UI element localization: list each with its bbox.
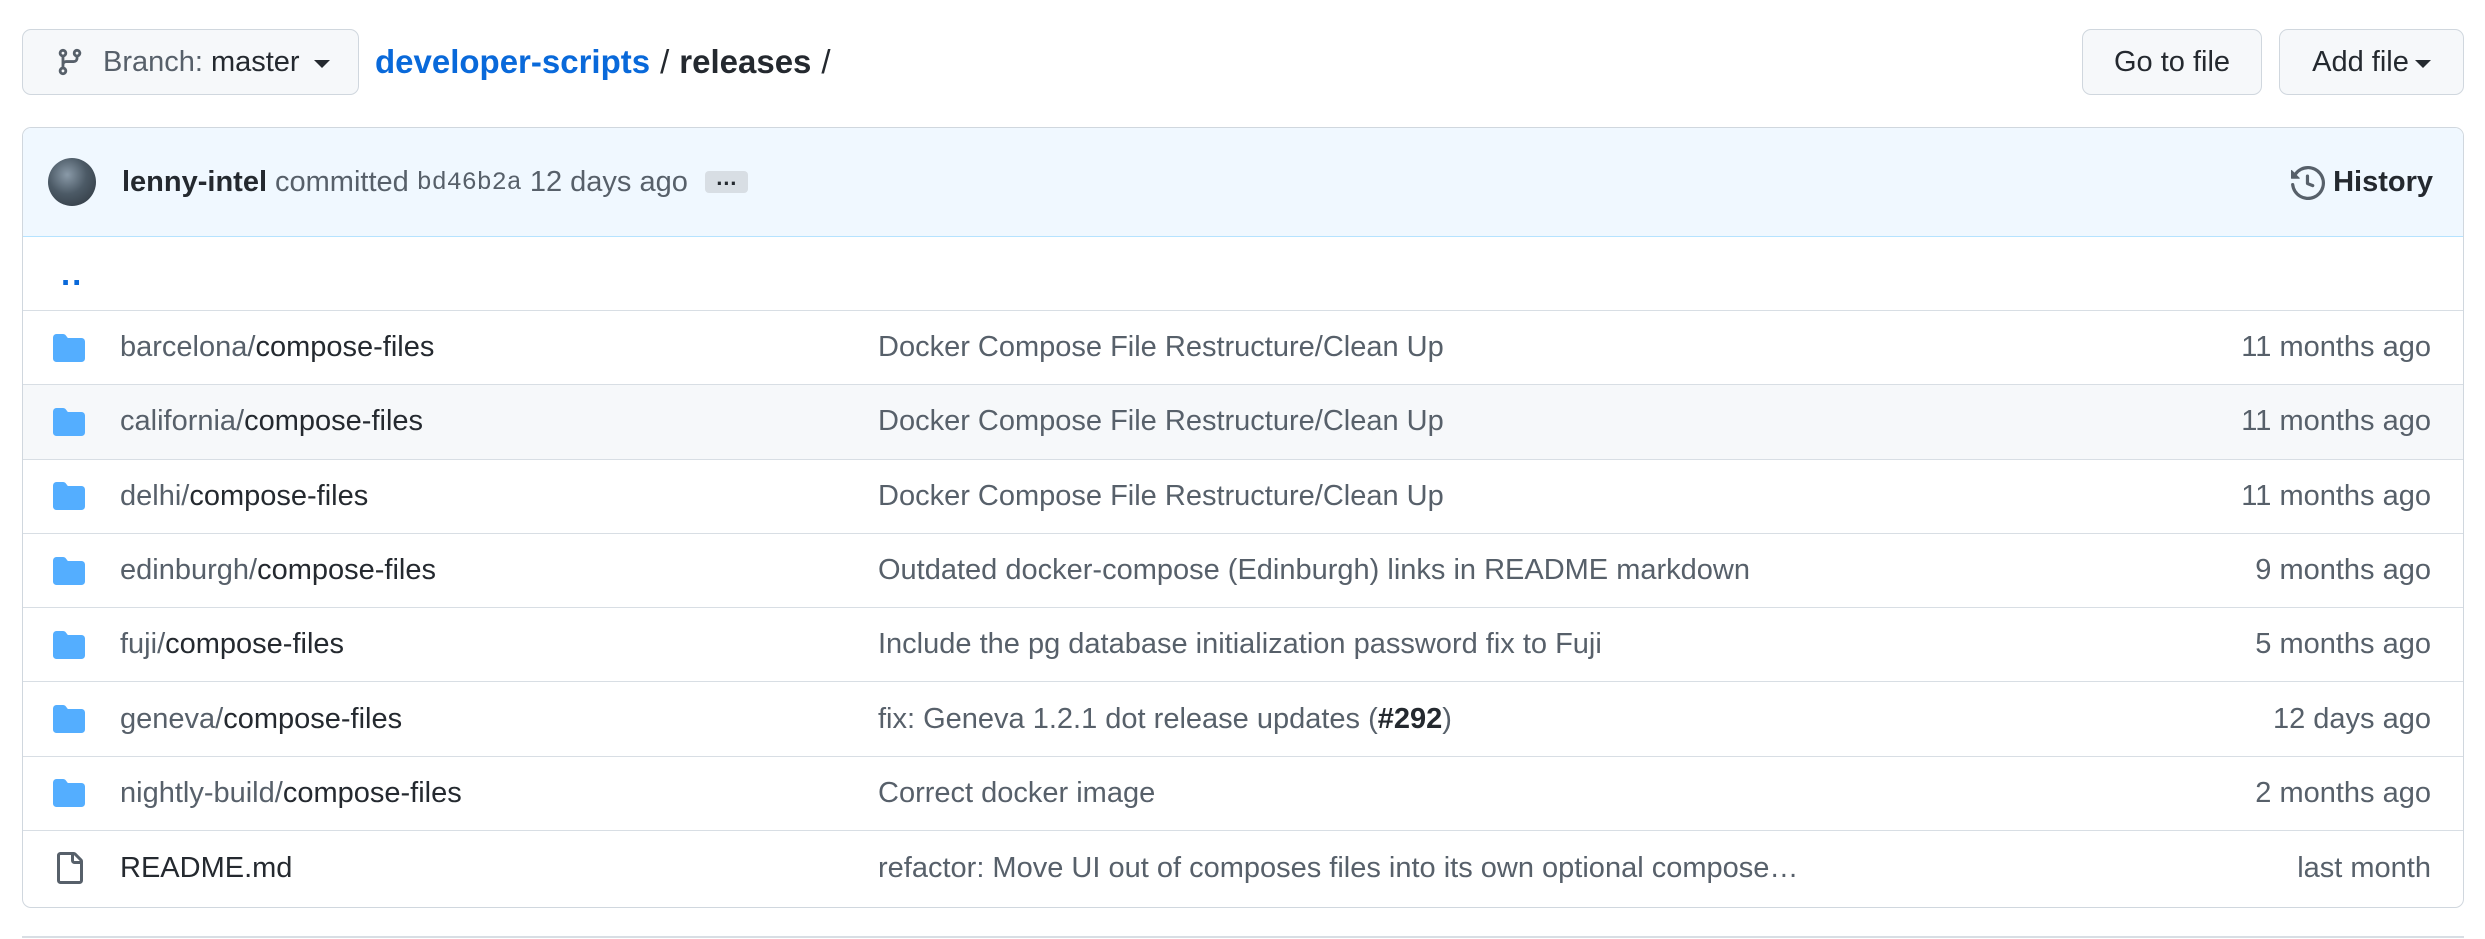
branch-selector-button[interactable]: Branch: master <box>22 29 359 95</box>
table-row[interactable]: delhi/compose-files Docker Compose File R… <box>23 460 2463 534</box>
divider <box>22 936 2464 938</box>
folder-icon <box>53 630 85 659</box>
commit-author-link[interactable]: lenny-intel <box>122 166 267 199</box>
latest-commit-bar: lenny-intel committed bd46b2a 12 days ag… <box>23 128 2463 237</box>
table-row[interactable]: barcelona/compose-files Docker Compose Fi… <box>23 311 2463 386</box>
commit-message-text: Docker Compose File Restructure/Clean Up <box>878 405 1444 438</box>
path-name: compose-files <box>257 554 436 587</box>
parent-directory-row[interactable]: .. <box>23 237 2463 311</box>
commit-message-text: Docker Compose File Restructure/Clean Up <box>878 331 1444 364</box>
commit-age: 2 months ago <box>2255 776 2431 809</box>
table-row[interactable]: geneva/compose-files fix: Geneva 1.2.1 do… <box>23 682 2463 757</box>
folder-icon <box>53 556 85 585</box>
commit-message-text: Outdated docker-compose (Edinburgh) link… <box>878 554 1750 587</box>
go-to-file-button[interactable]: Go to file <box>2082 29 2262 95</box>
add-file-label: Add file <box>2312 45 2409 78</box>
file-list-box: lenny-intel committed bd46b2a 12 days ag… <box>22 127 2464 908</box>
commit-age: 5 months ago <box>2255 628 2431 661</box>
branch-label: Branch: <box>103 45 203 78</box>
commit-time: 12 days ago <box>529 165 688 198</box>
commit-expand-button[interactable]: … <box>704 167 748 193</box>
file-name-link[interactable]: delhi/compose-files <box>120 480 368 513</box>
file-name-link[interactable]: california/compose-files <box>120 405 423 438</box>
path-prefix: california/ <box>120 405 245 438</box>
history-link[interactable]: History <box>2291 128 2433 237</box>
file-name-link[interactable]: geneva/compose-files <box>120 703 402 736</box>
commit-message-text: refactor: Move UI out of composes files … <box>878 851 1799 884</box>
commit-verb: committed <box>275 165 409 198</box>
git-branch-icon <box>58 48 82 76</box>
commit-age: 9 months ago <box>2255 554 2431 587</box>
folder-icon <box>53 333 85 362</box>
table-row[interactable]: california/compose-files Docker Compose F… <box>23 385 2463 460</box>
chevron-down-icon <box>313 60 330 68</box>
commit-message-link[interactable]: refactor: Move UI out of composes files … <box>878 852 1798 885</box>
history-label: History <box>2333 166 2433 198</box>
commit-message-link[interactable]: fix: Geneva 1.2.1 dot release updates (#… <box>878 703 1452 736</box>
commit-message-text: fix: Geneva 1.2.1 dot release updates ( <box>878 702 1378 735</box>
path-name: compose-files <box>244 405 424 438</box>
repo-toolbar: Branch: master developer-scripts / relea… <box>22 29 2464 95</box>
folder-icon <box>53 779 85 808</box>
breadcrumb-separator: / <box>660 43 670 80</box>
commit-message-link[interactable]: Docker Compose File Restructure/Clean Up <box>878 480 1444 513</box>
path-prefix: nightly-build/ <box>120 776 283 809</box>
file-name-link[interactable]: fuji/compose-files <box>120 628 344 661</box>
breadcrumb-repo-link[interactable]: developer-scripts <box>375 43 650 81</box>
commit-message-link[interactable]: Correct docker image <box>878 777 1155 810</box>
pull-request-link[interactable]: #292 <box>1378 703 1443 735</box>
folder-icon <box>53 705 85 734</box>
commit-message-text: ) <box>1442 702 1452 735</box>
path-name: compose-files <box>255 331 435 364</box>
breadcrumb-separator: / <box>821 43 831 80</box>
table-row[interactable]: fuji/compose-files Include the pg databas… <box>23 608 2463 683</box>
breadcrumb-current-dir: releases <box>679 43 812 80</box>
commit-message-link[interactable]: Outdated docker-compose (Edinburgh) link… <box>878 554 1750 587</box>
commit-message-text: Correct docker image <box>878 776 1156 809</box>
file-name-link[interactable]: README.md <box>120 852 292 885</box>
commit-message-text: Include the pg database initialization p… <box>878 628 1602 661</box>
commit-age: 11 months ago <box>2241 331 2431 364</box>
table-row[interactable]: edinburgh/compose-files Outdated docker-c… <box>23 534 2463 609</box>
add-file-button[interactable]: Add file <box>2279 29 2464 95</box>
file-icon <box>57 852 83 885</box>
path-prefix: fuji/ <box>120 628 166 661</box>
path-name: compose-files <box>189 479 369 512</box>
file-name-link[interactable]: edinburgh/compose-files <box>120 554 436 587</box>
path-name: compose-files <box>165 628 345 661</box>
path-name: compose-files <box>282 776 462 809</box>
path-name: README.md <box>120 851 293 884</box>
breadcrumb: developer-scripts / releases / <box>375 29 841 95</box>
parent-directory-link[interactable]: .. <box>61 255 83 293</box>
commit-message-link[interactable]: Docker Compose File Restructure/Clean Up <box>878 331 1444 364</box>
file-rows: barcelona/compose-files Docker Compose Fi… <box>23 311 2463 905</box>
file-name-link[interactable]: barcelona/compose-files <box>120 331 434 364</box>
file-name-link[interactable]: nightly-build/compose-files <box>120 777 462 810</box>
commit-age: 11 months ago <box>2241 405 2431 438</box>
commit-age: last month <box>2297 851 2431 884</box>
path-prefix: edinburgh/ <box>120 554 258 587</box>
folder-icon <box>53 482 85 511</box>
path-prefix: barcelona/ <box>120 331 256 364</box>
table-row[interactable]: nightly-build/compose-files Correct docke… <box>23 757 2463 832</box>
commit-age: 11 months ago <box>2241 479 2431 512</box>
chevron-down-icon <box>2414 60 2431 68</box>
avatar[interactable] <box>48 158 96 206</box>
path-name: compose-files <box>223 702 403 735</box>
commit-message-link[interactable]: Include the pg database initialization p… <box>878 628 1602 661</box>
commit-message-link[interactable]: Docker Compose File Restructure/Clean Up <box>878 405 1444 438</box>
branch-name: master <box>210 45 300 78</box>
history-clock-icon <box>2291 165 2326 200</box>
table-row[interactable]: README.md refactor: Move UI out of compos… <box>23 831 2463 905</box>
path-prefix: delhi/ <box>120 479 190 512</box>
commit-message-text: Docker Compose File Restructure/Clean Up <box>878 479 1444 512</box>
folder-icon <box>53 407 85 436</box>
commit-sha-link[interactable]: bd46b2a <box>417 168 522 197</box>
path-prefix: geneva/ <box>120 702 224 735</box>
commit-age: 12 days ago <box>2272 702 2431 735</box>
